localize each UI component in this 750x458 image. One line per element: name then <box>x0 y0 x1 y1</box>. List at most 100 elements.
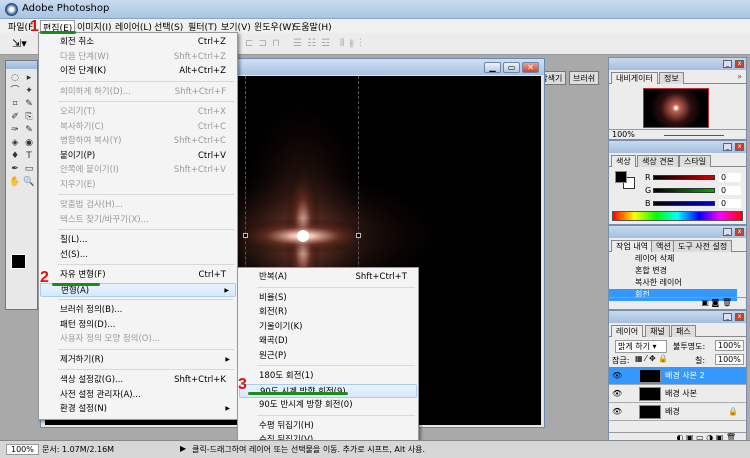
menu-item[interactable]: 텍스트 찾기/바꾸기(X)... <box>40 213 236 228</box>
panel-close-button[interactable]: x <box>735 313 744 321</box>
tool-icon[interactable]: ⎘ <box>23 111 35 123</box>
menu-item[interactable]: 90도 시계 방향 회전(9) <box>239 383 417 398</box>
channel-slider-G[interactable] <box>653 188 715 193</box>
menu-item[interactable]: 회전 취소 Ctrl+Z <box>40 35 236 50</box>
tool-icon[interactable]: ✦ <box>23 85 35 97</box>
eye-icon[interactable]: 👁 <box>612 385 622 403</box>
menu-item[interactable]: 180도 회전(1) <box>239 369 417 384</box>
tool-icon[interactable]: T <box>23 150 35 162</box>
tool-icon[interactable]: ✎ <box>23 124 35 136</box>
menu-item[interactable]: 패턴 정의(D)... <box>40 318 236 333</box>
menu-item[interactable]: 브러쉬 정의(B)... <box>40 303 236 318</box>
navigator-zoom[interactable]: 100% <box>612 130 635 139</box>
maximize-button[interactable]: ▭ <box>503 62 520 73</box>
menu-item[interactable]: 붙이기(P) Ctrl+V <box>40 149 236 164</box>
tool-icon[interactable]: ✎ <box>23 98 35 110</box>
foreground-color[interactable] <box>11 254 26 269</box>
menu-8[interactable]: 도움말(H) <box>291 20 334 33</box>
channel-slider-B[interactable] <box>653 201 715 206</box>
menu-item[interactable]: 복사하기(C) Ctrl+C <box>40 120 236 135</box>
tool-icon[interactable]: ▸ <box>23 72 35 84</box>
tool-icon[interactable]: ◈ <box>9 137 21 149</box>
menu-item[interactable]: 환경 설정(N) ▶ <box>40 402 236 417</box>
tab-styles[interactable]: 스타일 <box>679 155 712 167</box>
tab-history[interactable]: 작업 내역 <box>611 240 653 252</box>
layer-row[interactable]: 👁 배경 사본 2 <box>609 367 746 385</box>
panel-close-button[interactable]: x <box>735 60 744 68</box>
tool-icon[interactable]: ✐ <box>9 111 21 123</box>
menu-item[interactable]: 회전(R) <box>239 305 417 320</box>
menu-item[interactable]: 사용자 정의 모양 정의(O)... <box>40 332 236 347</box>
tool-icon[interactable]: ⌗ <box>9 98 21 110</box>
tab-tool-presets[interactable]: 도구 사전 설정 <box>673 240 733 252</box>
menu-item[interactable]: 지우기(E) <box>40 178 236 193</box>
close-button[interactable]: ✕ <box>522 62 539 73</box>
status-arrow-icon[interactable]: ▶ <box>180 444 186 453</box>
panel-minimize-button[interactable]: _ <box>723 313 732 321</box>
menu-item[interactable]: 기울이기(K) <box>239 320 417 335</box>
tab-color[interactable]: 색상 <box>611 155 636 167</box>
menu-item[interactable]: 90도 반시계 방향 회전(0) <box>239 398 417 413</box>
lock-icons[interactable]: ▦ ⁄ ✥ 🔒 <box>635 354 668 363</box>
menu-item[interactable]: 오리기(T) Ctrl+X <box>40 105 236 120</box>
tool-icon[interactable]: ◉ <box>23 137 35 149</box>
channel-value-B[interactable]: 0 <box>719 199 741 208</box>
menu-item[interactable]: 안쪽에 붙이기(I) Shft+Ctrl+V <box>40 163 236 178</box>
panel-minimize-button[interactable]: _ <box>723 228 732 236</box>
menu-item[interactable]: 맞춤법 검사(H)... <box>40 198 236 213</box>
tab-layers[interactable]: 레이어 <box>611 325 644 337</box>
panel-minimize-button[interactable]: _ <box>723 143 732 151</box>
eye-icon[interactable]: 👁 <box>612 403 622 421</box>
color-ramp[interactable] <box>612 211 743 221</box>
snapshot-icon[interactable]: ◙ <box>712 298 722 307</box>
status-doc-size[interactable]: 문서: 1.07M/2.16M <box>42 444 114 455</box>
menu-item[interactable]: 이전 단계(K) Alt+Ctrl+Z <box>40 64 236 79</box>
menu-item[interactable]: 자유 변형(F) Ctrl+T <box>40 268 236 283</box>
menu-item[interactable]: 다음 단계(W) Shft+Ctrl+Z <box>40 50 236 65</box>
tab-info[interactable]: 정보 <box>659 72 684 84</box>
status-zoom[interactable]: 100% <box>6 444 39 455</box>
eye-icon[interactable]: 👁 <box>612 367 622 385</box>
channel-value-G[interactable]: 0 <box>719 186 741 195</box>
tool-icon[interactable]: 🔍 <box>23 176 35 188</box>
tool-icon[interactable]: ◌ <box>9 72 21 84</box>
history-item[interactable]: 레이어 삭제 <box>609 253 737 265</box>
channel-value-R[interactable]: 0 <box>719 173 741 182</box>
fill-input[interactable]: 100% <box>715 354 744 365</box>
opacity-input[interactable]: 100% <box>715 340 744 351</box>
menu-item[interactable]: 제거하기(R) ▶ <box>40 353 236 368</box>
tool-icon[interactable]: ✋ <box>9 176 21 188</box>
trash-icon[interactable]: 🗑 <box>722 298 732 307</box>
channel-slider-R[interactable] <box>653 175 715 180</box>
history-item[interactable]: 혼합 변경 <box>609 265 737 277</box>
navigator-thumbnail[interactable] <box>643 88 709 128</box>
panel-minimize-button[interactable]: _ <box>723 60 732 68</box>
menu-item[interactable]: 왜곡(D) <box>239 334 417 349</box>
zoom-slider[interactable] <box>664 135 724 136</box>
move-tool-icon[interactable]: ⇲▾ <box>12 37 27 50</box>
minimize-button[interactable]: ▁ <box>484 62 501 73</box>
menu-item[interactable]: 색상 설정값(G)... Shft+Ctrl+K <box>40 373 236 388</box>
tab-channels[interactable]: 채널 <box>645 325 670 337</box>
well-tab-brushes[interactable]: 브러쉬 <box>569 71 600 85</box>
new-document-icon[interactable]: ▣ <box>701 298 711 307</box>
menu-item[interactable]: 수평 뒤집기(H) <box>239 419 417 434</box>
menu-item[interactable]: 칠(L)... <box>40 233 236 248</box>
panel-menu-icon[interactable]: » <box>737 72 742 81</box>
history-item[interactable]: 복사한 레이어 <box>609 277 737 289</box>
tab-swatches[interactable]: 색상 견본 <box>637 155 679 167</box>
menu-item[interactable]: 반복(A) Shft+Ctrl+T <box>239 270 417 285</box>
tool-icon[interactable]: ✑ <box>9 124 21 136</box>
panel-close-button[interactable]: x <box>735 228 744 236</box>
menu-item[interactable]: 사전 설정 관리자(A)... <box>40 388 236 403</box>
blend-mode-select[interactable]: 밝게 하기 ▾ <box>615 340 667 353</box>
tool-icon[interactable]: ✒ <box>9 163 21 175</box>
foreground-color-swatch[interactable] <box>615 171 627 183</box>
menu-item[interactable]: 선(S)... <box>40 248 236 263</box>
tool-icon[interactable]: ♦ <box>9 150 21 162</box>
menu-item[interactable]: 원근(P) <box>239 349 417 364</box>
tool-icon[interactable]: ⌒ <box>9 85 21 97</box>
layer-row[interactable]: 👁 배경 🔒 <box>609 403 746 421</box>
menu-item[interactable]: 희미하게 하기(D)... Shft+Ctrl+F <box>40 85 236 100</box>
panel-close-button[interactable]: x <box>735 143 744 151</box>
